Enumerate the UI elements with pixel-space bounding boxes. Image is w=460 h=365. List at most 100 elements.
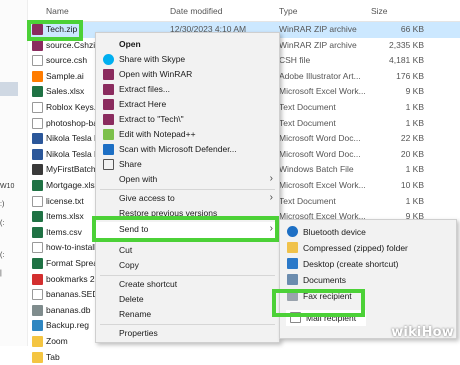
- file-type: Microsoft Excel Work...: [279, 86, 366, 97]
- menu-share-skype[interactable]: Share with Skype: [96, 52, 279, 67]
- send-to-desktop[interactable]: Desktop (create shortcut): [280, 256, 456, 272]
- menu-scan-defender[interactable]: Scan with Microsoft Defender...: [96, 142, 279, 157]
- file-size: 10 KB: [400, 180, 424, 190]
- text-icon: [32, 242, 43, 254]
- word-icon: [32, 148, 43, 160]
- file-type: WinRAR ZIP archive: [279, 24, 357, 34]
- menu-copy[interactable]: Copy: [96, 258, 279, 273]
- winrar-icon: [103, 99, 114, 110]
- send-to-submenu: Bluetooth device Compressed (zipped) fol…: [279, 219, 457, 339]
- nav-folder-block[interactable]: [0, 82, 18, 96]
- file-name: Tab: [46, 351, 60, 362]
- file-size: 2,335 KB: [389, 39, 424, 50]
- excel-icon: [32, 226, 43, 238]
- menu-delete[interactable]: Delete: [96, 292, 279, 307]
- file-type: Adobe Illustrator Art...: [279, 70, 361, 81]
- winrar-icon: [103, 84, 114, 95]
- file-name: source.Cshzip: [46, 39, 100, 50]
- menu-extract-files[interactable]: Extract files...: [96, 82, 279, 97]
- folder-icon: [32, 351, 43, 363]
- nav-label-w10[interactable]: W10: [0, 183, 14, 190]
- nav-label-3[interactable]: (:: [0, 220, 4, 227]
- file-name: Backup.reg: [46, 320, 89, 331]
- menu-open-winrar[interactable]: Open with WinRAR: [96, 67, 279, 82]
- batch-icon: [32, 164, 43, 176]
- file-size: 1 KB: [405, 164, 424, 175]
- text-icon: [32, 117, 43, 129]
- defender-shield-icon: [103, 144, 114, 155]
- file-type: Microsoft Word Doc...: [279, 148, 361, 159]
- file-type: Text Document: [279, 117, 336, 128]
- file-name: source.csh: [46, 55, 88, 66]
- context-menu: Open Share with Skype Open with WinRAR E…: [95, 32, 280, 343]
- text-icon: [32, 195, 43, 207]
- column-name[interactable]: Name: [46, 6, 69, 16]
- column-date-modified[interactable]: Date modified: [170, 6, 222, 16]
- zip-folder-icon: [287, 242, 298, 253]
- winrar-icon: [103, 114, 114, 125]
- file-type: CSH file: [279, 55, 311, 66]
- share-icon: [103, 159, 114, 170]
- file-row[interactable]: Tab: [28, 350, 460, 365]
- excel-icon: [32, 180, 43, 191]
- excel-icon: [32, 211, 43, 223]
- menu-extract-here[interactable]: Extract Here: [96, 97, 279, 112]
- menu-edit-notepad[interactable]: Edit with Notepad++: [96, 127, 279, 142]
- wikihow-watermark: wikiHow: [391, 325, 454, 340]
- word-icon: [32, 133, 43, 145]
- file-icon: [32, 55, 43, 67]
- ai-icon: [32, 70, 43, 82]
- file-size: 22 KB: [400, 133, 424, 144]
- db-icon: [32, 304, 43, 316]
- column-type[interactable]: Type: [279, 6, 297, 16]
- navigation-pane[interactable]: W10 :) (: (: |: [0, 0, 28, 346]
- file-name: Mortgage.xlsx: [46, 180, 99, 190]
- file-size: 1 KB: [405, 117, 424, 128]
- tech-zip-highlight: [27, 20, 83, 41]
- menu-rename[interactable]: Rename: [96, 307, 279, 322]
- excel-icon: [32, 86, 43, 98]
- column-size[interactable]: Size: [371, 6, 388, 16]
- nav-label-4[interactable]: (:: [0, 252, 4, 259]
- menu-create-shortcut[interactable]: Create shortcut: [96, 277, 279, 292]
- menu-cut[interactable]: Cut: [96, 243, 279, 258]
- chevron-right-icon: ›: [269, 173, 273, 184]
- skype-icon: [103, 54, 114, 65]
- menu-open-with[interactable]: Open with ›: [96, 172, 279, 187]
- file-type: Text Document: [279, 102, 336, 112]
- desktop-icon: [287, 258, 298, 269]
- menu-share[interactable]: Share: [96, 157, 279, 172]
- menu-separator: [100, 275, 275, 276]
- file-list-header: Name Date modified Type Size: [28, 0, 460, 22]
- bluetooth-icon: [287, 226, 298, 237]
- notepad-plus-plus-icon: [103, 129, 114, 140]
- file-size: 1 KB: [405, 102, 424, 112]
- file-type: Microsoft Word Doc...: [279, 133, 361, 144]
- text-icon: [32, 102, 43, 113]
- menu-open[interactable]: Open: [96, 37, 279, 52]
- file-type: Windows Batch File: [279, 164, 354, 175]
- file-size: 9 KB: [405, 86, 424, 97]
- file-name: Items.xlsx: [46, 211, 84, 222]
- rar-icon: [32, 39, 43, 51]
- file-size: 4,181 KB: [389, 55, 424, 66]
- winrar-icon: [103, 69, 114, 80]
- nav-label-2[interactable]: :): [0, 201, 4, 208]
- send-to-bluetooth[interactable]: Bluetooth device: [280, 224, 456, 240]
- send-to-highlight: [92, 216, 279, 242]
- documents-icon: [287, 274, 298, 285]
- menu-extract-to[interactable]: Extract to "Tech\": [96, 112, 279, 127]
- file-name: Sales.xlsx: [46, 86, 85, 97]
- file-size: 20 KB: [400, 148, 424, 159]
- menu-properties[interactable]: Properties: [96, 326, 279, 341]
- send-to-compressed-folder[interactable]: Compressed (zipped) folder: [280, 240, 456, 256]
- file-type: Microsoft Excel Work...: [279, 180, 366, 190]
- file-name: Zoom: [46, 336, 68, 346]
- excel-icon: [32, 258, 43, 269]
- nav-label-5[interactable]: |: [0, 270, 2, 277]
- file-name: Sample.ai: [46, 70, 84, 81]
- send-to-documents[interactable]: Documents: [280, 272, 456, 288]
- menu-give-access[interactable]: Give access to ›: [96, 191, 279, 206]
- file-size: 66 KB: [400, 24, 424, 34]
- reg-icon: [32, 320, 43, 332]
